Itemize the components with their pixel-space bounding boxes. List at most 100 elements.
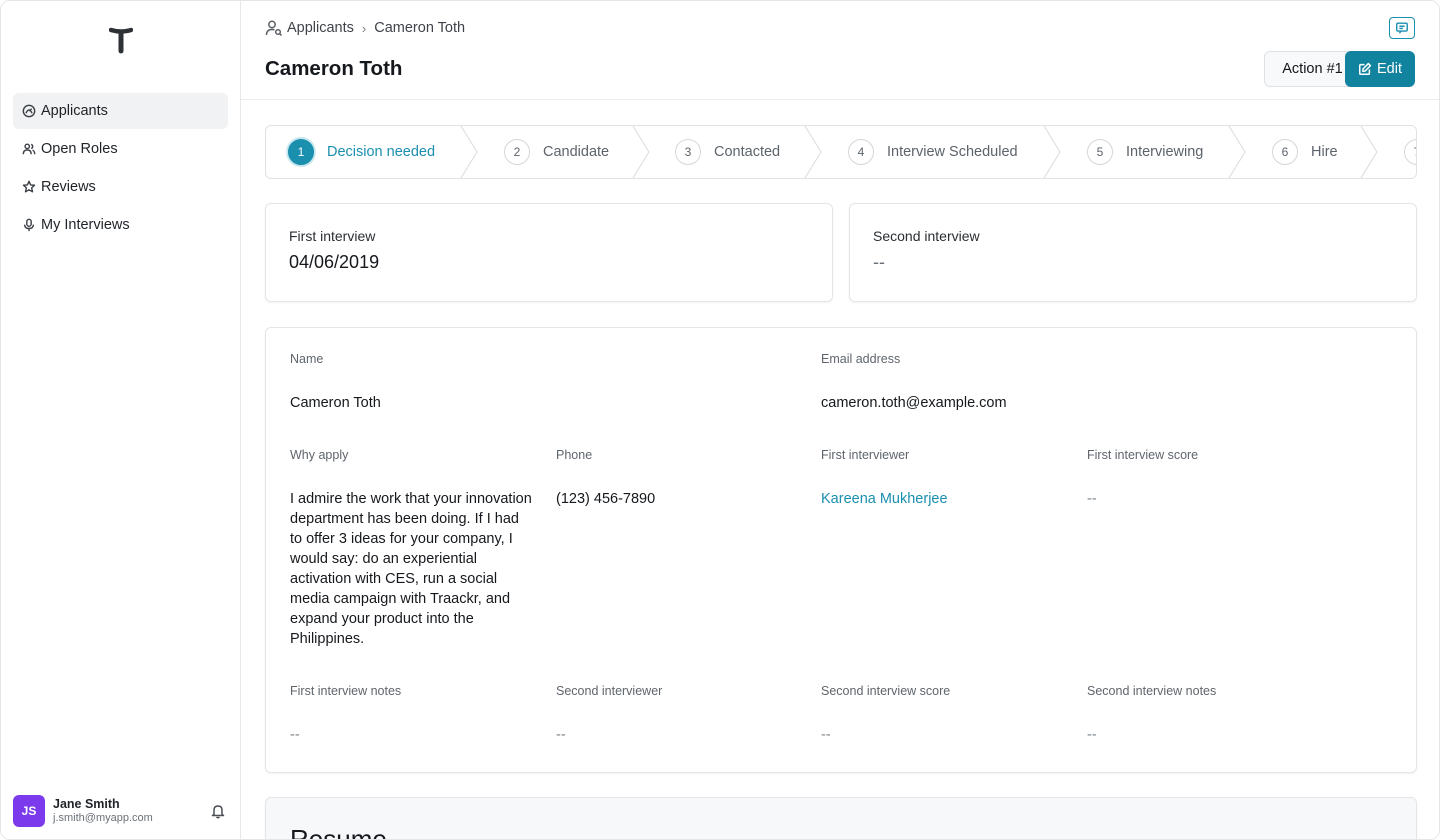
breadcrumb: Applicants › Cameron Toth bbox=[265, 19, 465, 37]
message-icon bbox=[1396, 22, 1408, 34]
chevron-divider-icon bbox=[804, 126, 824, 178]
step-label: Contacted bbox=[714, 144, 781, 160]
field-why-apply: Why apply I admire the work that your in… bbox=[290, 448, 535, 649]
sidebar-item-label: My Interviews bbox=[41, 217, 130, 233]
main-content: Applicants › Cameron Toth Cameron Toth A… bbox=[241, 1, 1439, 839]
field-value: Cameron Toth bbox=[290, 395, 381, 411]
gauge-icon bbox=[22, 104, 36, 118]
step-interview-scheduled[interactable]: 4 Interview Scheduled bbox=[848, 126, 1018, 178]
step-label: Interviewing bbox=[1126, 144, 1204, 160]
second-interview-card: Second interview -- bbox=[849, 203, 1417, 302]
resume-title: Resume bbox=[290, 824, 387, 840]
field-label: Why apply bbox=[290, 448, 349, 462]
second-interview-label: Second interview bbox=[873, 228, 980, 244]
breadcrumb-current: Cameron Toth bbox=[374, 20, 466, 36]
step-number: 3 bbox=[675, 139, 701, 165]
field-value: -- bbox=[290, 727, 300, 743]
sidebar-nav: Applicants Open Roles Reviews My Intervi… bbox=[13, 93, 228, 245]
chevron-divider-icon bbox=[632, 126, 652, 178]
step-contacted[interactable]: 3 Contacted bbox=[675, 126, 780, 178]
field-label: First interviewer bbox=[821, 448, 910, 462]
step-candidate[interactable]: 2 Candidate bbox=[504, 126, 609, 178]
field-value: cameron.toth@example.com bbox=[821, 395, 1007, 411]
field-second-interview-notes: Second interview notes -- bbox=[1087, 684, 1216, 745]
field-label: Email address bbox=[821, 352, 901, 366]
step-number: 6 bbox=[1272, 139, 1298, 165]
field-label: Name bbox=[290, 352, 324, 366]
app-logo[interactable] bbox=[108, 27, 134, 55]
field-value: -- bbox=[821, 727, 831, 743]
sidebar-item-applicants[interactable]: Applicants bbox=[13, 93, 228, 129]
field-label: Second interviewer bbox=[556, 684, 663, 698]
field-second-interview-score: Second interview score -- bbox=[821, 684, 950, 745]
user-profile[interactable]: JS Jane Smith j.smith@myapp.com bbox=[13, 795, 228, 827]
field-first-interviewer: First interviewer Kareena Mukherjee bbox=[821, 448, 948, 509]
app-window: Applicants Open Roles Reviews My Intervi… bbox=[0, 0, 1440, 840]
field-label: First interview score bbox=[1087, 448, 1199, 462]
page-header: Applicants › Cameron Toth Cameron Toth A… bbox=[241, 1, 1439, 100]
step-number: 2 bbox=[504, 139, 530, 165]
second-interview-date: -- bbox=[873, 252, 885, 272]
microphone-icon bbox=[22, 218, 36, 232]
step-number: 4 bbox=[848, 139, 874, 165]
field-second-interviewer: Second interviewer -- bbox=[556, 684, 662, 745]
sidebar: Applicants Open Roles Reviews My Intervi… bbox=[1, 1, 241, 839]
edit-label: Edit bbox=[1377, 61, 1402, 77]
applicant-details-card: Name Cameron Toth Email address cameron.… bbox=[265, 327, 1417, 773]
breadcrumb-applicants[interactable]: Applicants bbox=[287, 20, 354, 36]
edit-button[interactable]: Edit bbox=[1345, 51, 1415, 87]
star-icon bbox=[22, 180, 36, 194]
first-interview-date: 04/06/2019 bbox=[289, 252, 380, 272]
field-label: Second interview score bbox=[821, 684, 951, 698]
step-number: 5 bbox=[1087, 139, 1113, 165]
field-value: (123) 456-7890 bbox=[556, 491, 656, 507]
field-value: I admire the work that your innovation d… bbox=[290, 491, 532, 647]
step-label: Interview Scheduled bbox=[887, 144, 1018, 160]
chevron-divider-icon bbox=[1043, 126, 1063, 178]
field-email: Email address cameron.toth@example.com bbox=[821, 352, 1007, 413]
field-value: -- bbox=[556, 727, 566, 743]
bell-icon[interactable] bbox=[210, 803, 226, 819]
field-first-interview-score: First interview score -- bbox=[1087, 448, 1198, 509]
field-name: Name Cameron Toth bbox=[290, 352, 381, 413]
sidebar-item-open-roles[interactable]: Open Roles bbox=[13, 131, 228, 167]
status-stepper: 1 Decision needed 2 Candidate 3 Contacte… bbox=[265, 125, 1417, 179]
resume-card: Resume bbox=[265, 797, 1417, 840]
comments-button[interactable] bbox=[1389, 17, 1415, 39]
sidebar-item-label: Reviews bbox=[41, 179, 96, 195]
user-search-icon bbox=[265, 19, 283, 37]
step-interviewing[interactable]: 5 Interviewing bbox=[1087, 126, 1203, 178]
field-phone: Phone (123) 456-7890 bbox=[556, 448, 655, 509]
sidebar-item-label: Open Roles bbox=[41, 141, 118, 157]
chevron-divider-icon bbox=[1360, 126, 1380, 178]
chevron-right-icon: › bbox=[361, 20, 367, 36]
field-value: -- bbox=[1087, 727, 1097, 743]
page-title: Cameron Toth bbox=[265, 57, 403, 80]
first-interview-card: First interview 04/06/2019 bbox=[265, 203, 833, 302]
avatar: JS bbox=[13, 795, 45, 827]
step-label: Hire bbox=[1311, 144, 1338, 160]
field-label: Second interview notes bbox=[1087, 684, 1217, 698]
sidebar-item-my-interviews[interactable]: My Interviews bbox=[13, 207, 228, 243]
sidebar-item-reviews[interactable]: Reviews bbox=[13, 169, 228, 205]
step-decision-needed[interactable]: 1 Decision needed bbox=[288, 126, 435, 178]
chevron-divider-icon bbox=[460, 126, 480, 178]
step-number: 7 bbox=[1404, 139, 1416, 165]
step-label: Candidate bbox=[543, 144, 610, 160]
field-first-interview-notes: First interview notes -- bbox=[290, 684, 401, 745]
step-hire[interactable]: 6 Hire bbox=[1272, 126, 1338, 178]
user-info: Jane Smith j.smith@myapp.com bbox=[53, 797, 153, 825]
first-interview-label: First interview bbox=[289, 228, 376, 244]
user-email: j.smith@myapp.com bbox=[53, 812, 153, 824]
field-value: -- bbox=[1087, 491, 1097, 507]
logo-icon bbox=[108, 27, 134, 54]
step-7[interactable]: 7 bbox=[1404, 126, 1416, 178]
edit-icon bbox=[1359, 62, 1372, 75]
step-label: Decision needed bbox=[327, 144, 436, 160]
field-label: Phone bbox=[556, 448, 593, 462]
first-interviewer-link[interactable]: Kareena Mukherjee bbox=[821, 489, 948, 509]
user-name: Jane Smith bbox=[53, 797, 120, 811]
users-icon bbox=[22, 142, 36, 156]
field-label: First interview notes bbox=[290, 684, 402, 698]
chevron-divider-icon bbox=[1228, 126, 1248, 178]
